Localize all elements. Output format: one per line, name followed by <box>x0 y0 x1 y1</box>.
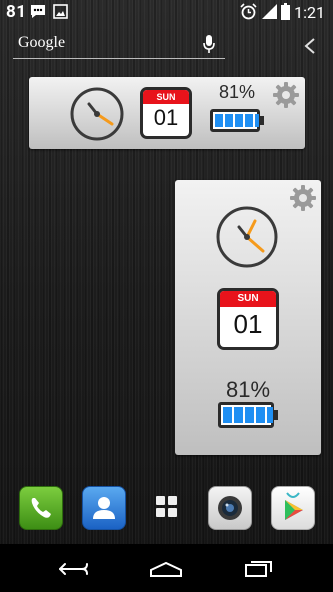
status-widget-small[interactable]: SUN 01 81% <box>29 77 305 149</box>
image-icon <box>53 4 68 19</box>
clock-time: 1:21 <box>294 3 325 22</box>
calendar-day-name: SUN <box>143 90 189 104</box>
back-icon[interactable] <box>56 560 90 578</box>
calendar-day-number: 01 <box>153 105 179 130</box>
phone-icon[interactable] <box>19 486 63 530</box>
battery-icon <box>218 402 274 428</box>
battery-icon <box>210 109 260 132</box>
battery-percentage: 81% <box>225 377 271 402</box>
home-icon[interactable] <box>148 560 184 578</box>
calendar-icon: SUN 01 <box>140 87 192 139</box>
play-store-icon[interactable] <box>271 486 315 530</box>
camera-icon[interactable] <box>208 486 252 530</box>
signal-icon <box>262 4 277 19</box>
status-bar: 81 1:21 <box>0 0 333 24</box>
battery-status-icon <box>281 3 290 20</box>
battery-tip <box>274 410 278 420</box>
settings-gear-icon[interactable] <box>272 81 300 109</box>
navigation-bar <box>0 544 333 592</box>
search-placeholder: Google <box>18 34 66 51</box>
google-search-bar[interactable]: Google <box>10 28 230 60</box>
analog-clock-icon <box>216 206 278 268</box>
calendar-icon: SUN 01 <box>217 288 279 350</box>
status-widget-large[interactable]: SUN 01 81% <box>175 180 321 455</box>
search-underline <box>13 58 225 59</box>
analog-clock-icon <box>70 87 124 141</box>
notification-count: 81 <box>6 2 27 22</box>
calendar-day-number: 01 <box>233 309 263 339</box>
app-drawer-icon[interactable] <box>155 495 179 519</box>
contacts-icon[interactable] <box>82 486 126 530</box>
chevron-left-icon[interactable] <box>303 37 317 55</box>
battery-tip <box>260 116 264 125</box>
recent-apps-icon[interactable] <box>243 558 275 578</box>
battery-percentage: 81% <box>218 82 256 102</box>
microphone-icon[interactable] <box>202 34 216 54</box>
calendar-day-name: SUN <box>220 291 276 307</box>
message-icon <box>31 5 45 18</box>
alarm-icon <box>240 3 257 20</box>
settings-gear-icon[interactable] <box>289 184 317 212</box>
